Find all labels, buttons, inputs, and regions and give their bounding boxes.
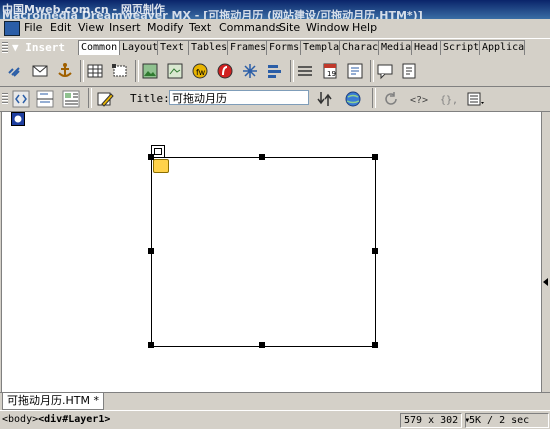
refresh-icon[interactable]	[382, 90, 400, 108]
code-view-icon[interactable]	[12, 90, 30, 108]
vertical-scrollbar[interactable]	[541, 112, 550, 392]
resize-handle-n[interactable]	[259, 154, 265, 160]
resize-handle-ne[interactable]	[372, 154, 378, 160]
menu-view[interactable]: View	[78, 21, 104, 34]
view-options-icon[interactable]	[466, 90, 484, 108]
draw-layer-icon[interactable]	[111, 62, 129, 80]
tab-layout[interactable]: Layout	[119, 40, 158, 55]
app-icon[interactable]	[4, 21, 20, 36]
expand-panel-arrow-icon[interactable]	[543, 278, 548, 286]
toolbar-separator	[135, 60, 139, 82]
svg-text:<?>: <?>	[410, 95, 428, 106]
menu-insert[interactable]: Insert	[109, 21, 141, 34]
window-titlebar: 中国Mweb.com.cn - 网页制作 Macromedia Dreamwea…	[0, 0, 550, 19]
email-link-icon[interactable]	[31, 62, 49, 80]
tag-layer1[interactable]: <div#Layer1>	[38, 414, 110, 425]
tag-selector: <body><div#Layer1>	[2, 414, 110, 425]
menu-edit[interactable]: Edit	[50, 21, 71, 34]
rollover-image-icon[interactable]	[241, 62, 259, 80]
menu-window[interactable]: Window	[306, 21, 349, 34]
tab-head[interactable]: Head	[411, 40, 443, 55]
layer1-box[interactable]	[151, 157, 376, 347]
named-anchor-icon[interactable]	[56, 62, 74, 80]
toolbar-separator	[290, 60, 294, 82]
image-icon[interactable]	[141, 62, 159, 80]
tabular-data-icon[interactable]	[346, 62, 364, 80]
svg-text:fw: fw	[196, 68, 206, 77]
file-management-icon[interactable]	[316, 90, 334, 108]
toolbar-separator	[80, 60, 84, 82]
flash-icon[interactable]	[216, 62, 234, 80]
tab-application[interactable]: Application	[479, 40, 525, 55]
download-time: 5K / 2 sec	[465, 413, 549, 428]
toolbar-separator	[370, 60, 374, 82]
resize-handle-nw[interactable]	[148, 154, 154, 160]
resize-handle-e[interactable]	[372, 248, 378, 254]
navigation-bar-icon[interactable]	[266, 62, 284, 80]
code-navigation-icon[interactable]: {},	[440, 90, 460, 108]
window-size-popup[interactable]: 579 x 302 ▾	[400, 413, 470, 428]
menu-text[interactable]: Text	[189, 21, 211, 34]
tag-chooser-icon[interactable]	[400, 62, 418, 80]
insert-icons-bar: fw 19	[0, 56, 550, 87]
hyperlink-icon[interactable]	[6, 62, 24, 80]
tab-media[interactable]: Media	[378, 40, 414, 55]
menu-commands[interactable]: Commands	[219, 21, 281, 34]
horizontal-rule-icon[interactable]	[296, 62, 314, 80]
toolbar-grip[interactable]	[2, 93, 8, 104]
resize-handle-sw[interactable]	[148, 342, 154, 348]
resize-handle-w[interactable]	[148, 248, 154, 254]
document-tab[interactable]: 可拖动月历.HTM *	[2, 393, 104, 410]
tab-text[interactable]: Text	[157, 40, 190, 55]
menu-bar: File Edit View Insert Modify Text Comman…	[0, 19, 550, 37]
menu-help[interactable]: Help	[352, 21, 377, 34]
resize-handle-se[interactable]	[372, 342, 378, 348]
menu-site[interactable]: Site	[279, 21, 300, 34]
document-toolbar: Title: <?> {},	[0, 87, 550, 112]
insert-bar: ▼ Insert Common Layout Text Tables Frame…	[0, 38, 550, 57]
page-element-icon[interactable]	[11, 112, 25, 126]
insert-bar-toggle[interactable]: ▼ Insert	[12, 41, 65, 54]
layer-marker-icon[interactable]	[153, 159, 169, 173]
svg-text:{},: {},	[440, 95, 458, 106]
title-label: Title:	[130, 92, 170, 105]
menu-modify[interactable]: Modify	[147, 21, 183, 34]
tab-forms[interactable]: Forms	[266, 40, 302, 55]
tab-frames[interactable]: Frames	[227, 40, 269, 55]
tab-characters[interactable]: Characters	[339, 40, 381, 55]
tab-tables[interactable]: Tables	[188, 40, 230, 55]
status-bar: <body><div#Layer1> 579 x 302 ▾ 5K / 2 se…	[0, 410, 550, 429]
date-icon[interactable]: 19	[321, 62, 339, 80]
toolbar-separator	[88, 88, 92, 108]
menu-file[interactable]: File	[24, 21, 42, 34]
window-title: Macromedia Dreamweaver MX - [可拖动月历 (网站建设…	[2, 9, 423, 19]
image-placeholder-icon[interactable]	[166, 62, 184, 80]
tab-common[interactable]: Common	[78, 40, 120, 55]
resize-handle-s[interactable]	[259, 342, 265, 348]
fireworks-html-icon[interactable]: fw	[191, 62, 209, 80]
window-size-value: 579 x 302	[404, 415, 459, 426]
table-icon[interactable]	[86, 62, 104, 80]
document-tab-strip: 可拖动月历.HTM *	[0, 392, 550, 411]
svg-text:19: 19	[327, 70, 336, 78]
toolbar-separator	[372, 88, 376, 108]
split-view-icon[interactable]	[36, 90, 54, 108]
preview-in-browser-icon[interactable]	[344, 90, 362, 108]
edit-icon[interactable]	[96, 90, 114, 108]
design-view-icon[interactable]	[62, 90, 80, 108]
reference-icon[interactable]: <?>	[410, 90, 434, 108]
page-title-input[interactable]	[169, 90, 309, 105]
tab-script[interactable]: Script	[440, 40, 482, 55]
panel-grip[interactable]	[2, 42, 8, 53]
tag-body[interactable]: <body>	[2, 414, 38, 425]
comment-icon[interactable]	[376, 62, 394, 80]
tab-templates[interactable]: Templates	[300, 40, 342, 55]
